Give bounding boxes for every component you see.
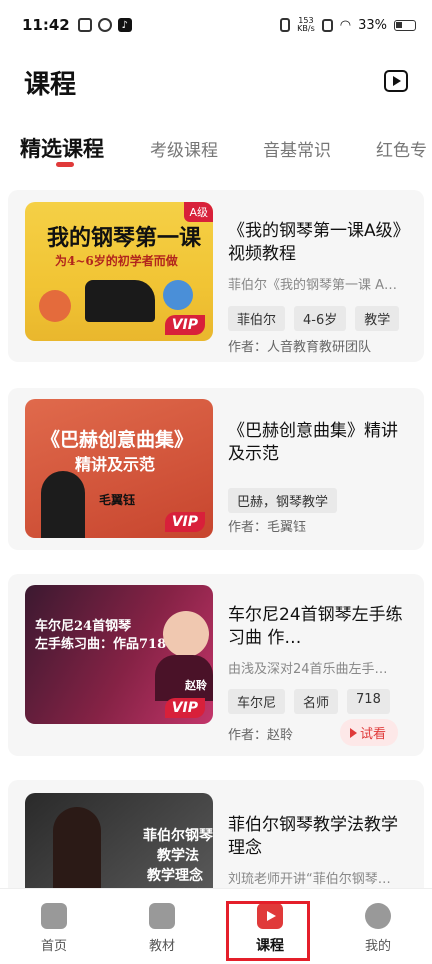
instructor-photo [41,471,85,538]
thumb-line3: 教学理念 [147,868,203,884]
home-icon [41,903,67,929]
course-card[interactable]: 菲伯尔钢琴 教学法 教学理念 刘琉 菲伯尔钢琴教学法教学理念 刘琉老师开讲“菲伯… [8,780,424,900]
course-description: 菲伯尔《我的钢琴第一课 A… [228,278,398,293]
course-tag: 718 [347,689,390,714]
course-author: 作者：毛翼钰 [228,520,307,535]
tab-red[interactable]: 红色专 [376,136,427,161]
tiktok-icon: ♪ [117,18,132,32]
nav-home[interactable]: 首页 [14,903,94,954]
course-card[interactable]: 车尔尼24首钢琴 左手练习曲：作品718 赵聆 VIP 车尔尼24首钢琴左手练习… [8,574,424,756]
course-title[interactable]: 《我的钢琴第一课A级》视频教程 [228,220,414,266]
preview-label: 试看 [360,727,387,742]
preview-button[interactable]: 试看 [340,719,399,746]
page-title: 课程 [24,70,77,100]
thumb-subtitle: 为4~6岁的初学者而做 [55,254,178,268]
course-card[interactable]: 我的钢琴第一课 为4~6岁的初学者而做 A级 VIP 《我的钢琴第一课A级》视频… [8,190,424,362]
course-thumbnail[interactable]: 《巴赫创意曲集》 精讲及示范 毛翼钰 VIP [25,399,213,538]
course-title[interactable]: 菲伯尔钢琴教学法教学理念 [228,814,414,860]
vibrate-icon [280,18,291,32]
vip-badge: VIP [164,315,205,335]
vip-badge: VIP [164,698,205,718]
course-tag: 名师 [294,689,339,714]
notification-app-icon [77,18,92,32]
sim-icon [321,18,333,32]
nav-label: 教材 [148,939,175,954]
thumb-title: 《巴赫创意曲集》 [41,429,194,451]
thumb-title: 车尔尼24首钢琴 [35,619,132,634]
notification-icons: ♪ [77,18,132,32]
status-time: 11:42 [22,16,70,34]
battery-percent: 33% [358,17,387,33]
network-speed: 153 KB/s [297,17,315,33]
course-tags: 车尔尼 名师 718 [228,689,390,714]
tab-featured[interactable]: 精选课程 [20,133,104,163]
header: 课程 [0,60,432,104]
instructor-name: 赵聆 [185,679,207,692]
course-author: 作者：人音教育教研团队 [228,340,372,355]
child-illustration [39,290,71,322]
status-bar: 11:42 ♪ 153 KB/s ◠ 33% [0,0,432,50]
course-thumbnail[interactable]: 菲伯尔钢琴 教学法 教学理念 刘琉 [25,793,213,900]
piano-illustration [85,280,155,322]
battery-icon [394,19,416,31]
nav-label: 我的 [364,939,391,954]
notification-app-icon [97,18,112,32]
network-speed-unit: KB/s [297,24,315,33]
category-tabs: 精选课程 考级课程 音基常识 红色专 [0,130,432,174]
thumb-title: 菲伯尔钢琴 [143,828,213,844]
course-thumbnail[interactable]: 车尔尼24首钢琴 左手练习曲：作品718 赵聆 VIP [25,585,213,724]
thumb-subtitle: 教学法 [157,848,199,864]
course-card[interactable]: 《巴赫创意曲集》 精讲及示范 毛翼钰 VIP 《巴赫创意曲集》精讲及示范 巴赫，… [8,388,424,550]
course-title[interactable]: 车尔尼24首钢琴左手练习曲 作… [228,604,414,650]
course-tag: 车尔尼 [228,689,286,714]
course-tag: 教学 [355,306,400,331]
child-illustration [163,280,193,310]
nav-label: 首页 [40,939,67,954]
nav-profile[interactable]: 我的 [338,903,418,954]
instructor-name: 毛翼钰 [99,493,136,507]
instructor-photo [163,611,209,657]
course-title[interactable]: 《巴赫创意曲集》精讲及示范 [228,420,414,466]
bottom-nav: 首页 教材 课程 我的 [0,888,432,964]
course-tag: 4-6岁 [294,306,347,331]
wifi-icon: ◠ [339,17,352,33]
active-tab-indicator [56,162,74,167]
play-icon [350,728,357,738]
instructor-photo [53,807,101,900]
thumb-subtitle: 精讲及示范 [75,455,156,474]
thumb-subtitle: 左手练习曲：作品718 [35,637,167,652]
course-description: 由浅及深对24首乐曲左手… [228,662,388,677]
tab-music-basics[interactable]: 音基常识 [263,136,331,161]
vip-badge: VIP [164,512,205,532]
status-right: 153 KB/s ◠ 33% [280,17,416,33]
profile-icon [365,903,391,929]
level-badge: A级 [184,202,213,222]
tab-exam[interactable]: 考级课程 [150,136,218,161]
course-thumbnail[interactable]: 我的钢琴第一课 为4~6岁的初学者而做 A级 VIP [25,202,213,341]
video-folder-icon[interactable] [384,70,408,92]
course-tags: 菲伯尔 4-6岁 教学 [228,306,400,331]
course-tag: 菲伯尔 [228,306,286,331]
course-author: 作者：赵聆 [228,728,294,743]
course-description: 刘琉老师开讲“菲伯尔钢琴… [228,872,391,887]
course-tags: 巴赫，钢琴教学 [228,488,338,513]
highlight-box [226,901,310,961]
books-icon [149,903,175,929]
nav-books[interactable]: 教材 [122,903,202,954]
course-tag: 巴赫，钢琴教学 [228,488,338,513]
thumb-title: 我的钢琴第一课 [47,225,202,251]
